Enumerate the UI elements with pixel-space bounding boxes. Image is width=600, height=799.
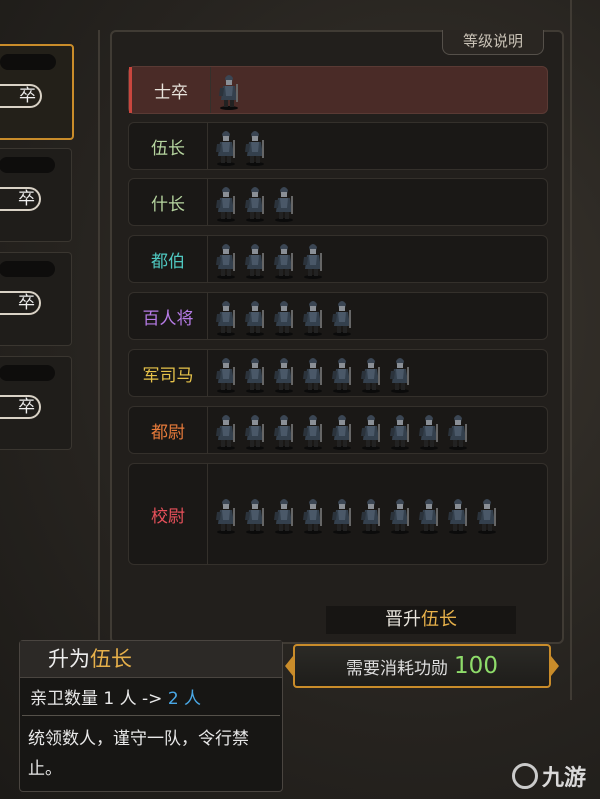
- rank-row[interactable]: 什长: [128, 178, 548, 226]
- soldier-icon: [359, 410, 384, 450]
- tooltip-title: 升为伍长: [20, 641, 282, 678]
- soldier-icon: [446, 494, 471, 534]
- soldier-icon: [301, 353, 326, 393]
- soldier-icon: [214, 126, 239, 166]
- guard-soldiers: [208, 350, 547, 396]
- soldier-icon: [301, 410, 326, 450]
- guard-soldiers: [208, 464, 547, 564]
- soldier-icon: [243, 126, 268, 166]
- cost-value: 100: [454, 653, 498, 679]
- divider: [570, 0, 572, 700]
- rank-name: 校尉: [129, 464, 208, 564]
- guard-count-label: 亲卫数量 1 人 ->: [30, 689, 163, 709]
- tooltip-title-rank: 伍长: [90, 647, 132, 671]
- unit-card[interactable]: 卒: [0, 356, 72, 450]
- soldier-icon: [301, 239, 326, 279]
- soldier-icon: [330, 353, 355, 393]
- rank-row[interactable]: 伍长: [128, 122, 548, 170]
- soldier-icon: [301, 494, 326, 534]
- unit-name-bar: [0, 261, 55, 277]
- watermark-text: 九游: [542, 766, 587, 791]
- left-unit-list: 卒 卒 卒 卒: [0, 30, 100, 650]
- guard-soldiers: [208, 179, 547, 225]
- unit-name-bar: [0, 157, 55, 173]
- rank-row[interactable]: 士卒: [128, 66, 548, 114]
- soldier-icon: [388, 494, 413, 534]
- rank-row[interactable]: 都伯: [128, 235, 548, 283]
- soldier-icon: [243, 353, 268, 393]
- rank-name: 军司马: [129, 350, 208, 396]
- guard-soldiers: [208, 236, 547, 282]
- soldier-icon: [217, 70, 242, 110]
- soldier-icon: [214, 182, 239, 222]
- soldier-icon: [388, 410, 413, 450]
- soldier-icon: [272, 182, 297, 222]
- guard-count-new: 2 人: [167, 689, 202, 709]
- unit-rank-tag: 卒: [0, 395, 41, 419]
- rank-name: 伍长: [129, 123, 208, 169]
- guard-soldiers: [208, 293, 547, 339]
- watermark-logo-icon: [512, 763, 538, 789]
- soldier-icon: [359, 494, 384, 534]
- soldier-icon: [272, 353, 297, 393]
- unit-card[interactable]: 卒: [0, 148, 72, 242]
- soldier-icon: [475, 494, 500, 534]
- soldier-icon: [388, 353, 413, 393]
- soldier-icon: [214, 296, 239, 336]
- rank-row[interactable]: 校尉: [128, 463, 548, 565]
- unit-rank-tag: 卒: [0, 187, 41, 211]
- soldier-icon: [272, 494, 297, 534]
- rank-info-tab[interactable]: 等级说明: [442, 30, 544, 55]
- soldier-icon: [243, 296, 268, 336]
- rank-row[interactable]: 百人将: [128, 292, 548, 340]
- soldier-icon: [417, 410, 442, 450]
- soldier-icon: [243, 410, 268, 450]
- rank-name: 都伯: [129, 236, 208, 282]
- tooltip-title-prefix: 升为: [48, 647, 90, 671]
- promotion-tooltip: 升为伍长 亲卫数量 1 人 -> 2 人 统领数人，谨守一队，令行禁止。: [19, 640, 283, 792]
- promote-label: 晋升伍长: [326, 606, 516, 634]
- site-watermark: 九游: [512, 760, 586, 792]
- soldier-icon: [417, 494, 442, 534]
- rank-name: 什长: [129, 179, 208, 225]
- unit-name-bar: [0, 365, 55, 381]
- unit-name-bar: [0, 54, 56, 70]
- soldier-icon: [214, 353, 239, 393]
- guard-count-line: 亲卫数量 1 人 -> 2 人: [22, 678, 280, 716]
- unit-card[interactable]: 卒: [0, 252, 72, 346]
- guard-soldiers: [208, 407, 547, 453]
- rank-row[interactable]: 军司马: [128, 349, 548, 397]
- soldier-icon: [243, 239, 268, 279]
- unit-rank-tag: 卒: [0, 291, 41, 315]
- tooltip-description: 统领数人，谨守一队，令行禁止。: [28, 729, 249, 779]
- guard-soldiers: [208, 123, 547, 169]
- soldier-icon: [214, 494, 239, 534]
- cost-label: 需要消耗功勋: [346, 658, 449, 679]
- soldier-icon: [214, 410, 239, 450]
- rank-name: 都尉: [129, 407, 208, 453]
- rank-name: 百人将: [129, 293, 208, 339]
- soldier-icon: [243, 182, 268, 222]
- unit-card[interactable]: 卒: [0, 44, 74, 140]
- soldier-icon: [214, 239, 239, 279]
- unit-rank-tag: 卒: [0, 84, 42, 108]
- rank-name: 士卒: [129, 67, 211, 113]
- divider: [98, 30, 100, 690]
- soldier-icon: [446, 410, 471, 450]
- soldier-icon: [359, 353, 384, 393]
- guard-soldiers: [211, 67, 547, 113]
- soldier-icon: [330, 296, 355, 336]
- soldier-icon: [243, 494, 268, 534]
- soldier-icon: [330, 494, 355, 534]
- promote-target: 伍长: [421, 609, 457, 630]
- promote-button[interactable]: 需要消耗功勋 100: [285, 644, 559, 688]
- soldier-icon: [301, 296, 326, 336]
- rank-row[interactable]: 都尉: [128, 406, 548, 454]
- soldier-icon: [272, 239, 297, 279]
- soldier-icon: [330, 410, 355, 450]
- soldier-icon: [272, 296, 297, 336]
- promote-prefix: 晋升: [385, 609, 421, 630]
- soldier-icon: [272, 410, 297, 450]
